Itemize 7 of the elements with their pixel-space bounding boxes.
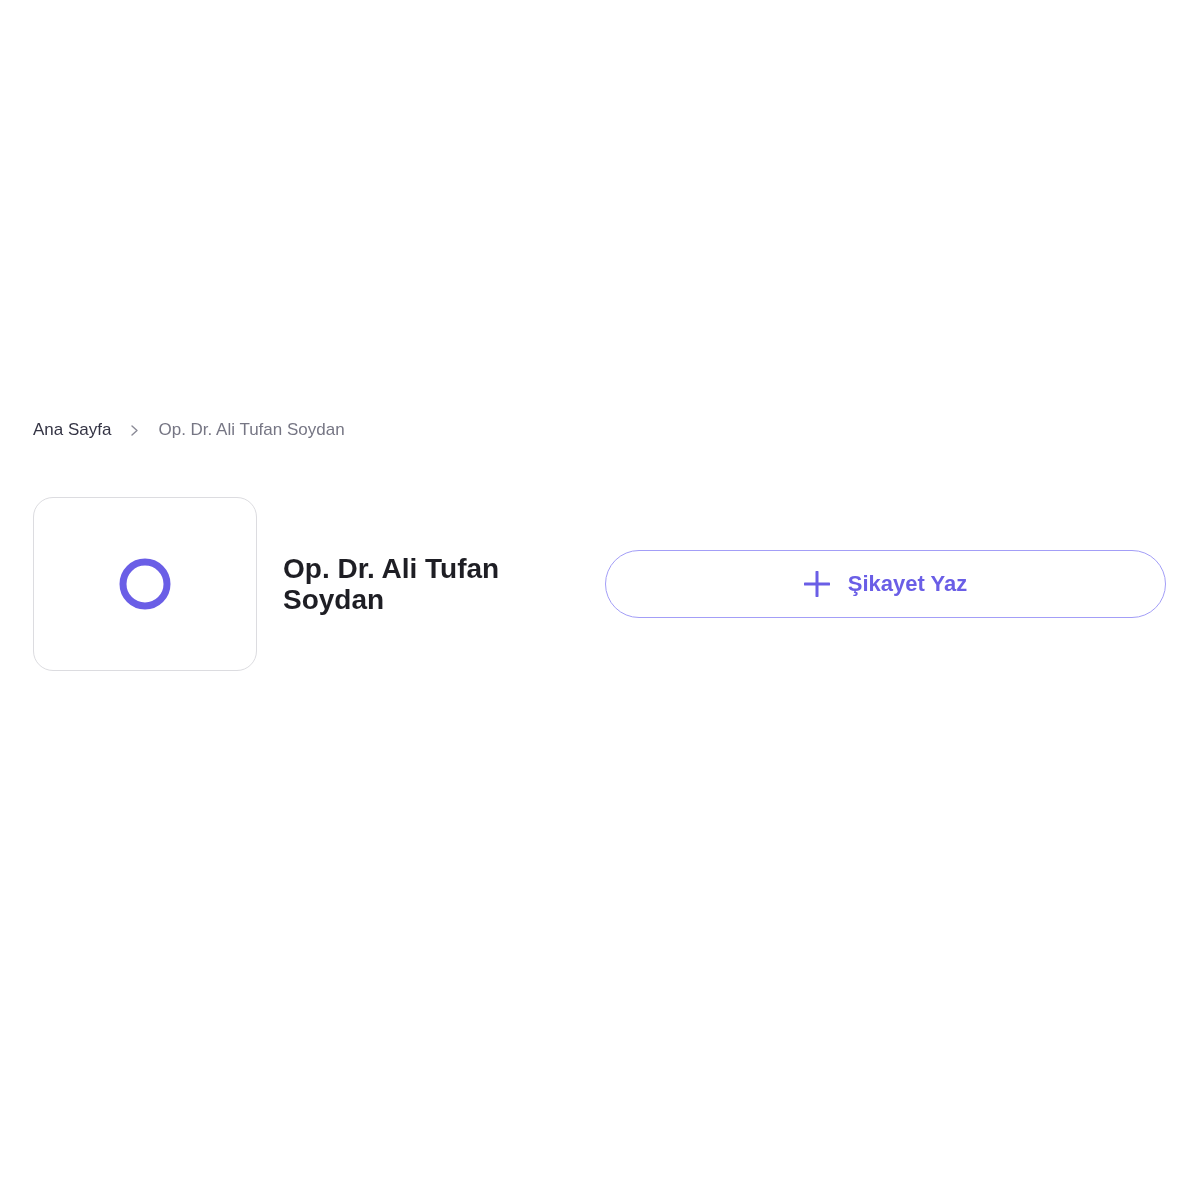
- breadcrumb-current[interactable]: Op. Dr. Ali Tufan Soydan: [158, 420, 345, 440]
- breadcrumb-link[interactable]: Ana Sayfa: [33, 420, 112, 440]
- complaint-button[interactable]: Şikayet Yaz: [605, 550, 1166, 618]
- ring-icon: [119, 558, 171, 610]
- chevron-right-icon: [131, 424, 139, 436]
- plus-icon: [803, 571, 830, 597]
- doctor-name: Op. Dr. Ali Tufan Soydan: [283, 553, 501, 615]
